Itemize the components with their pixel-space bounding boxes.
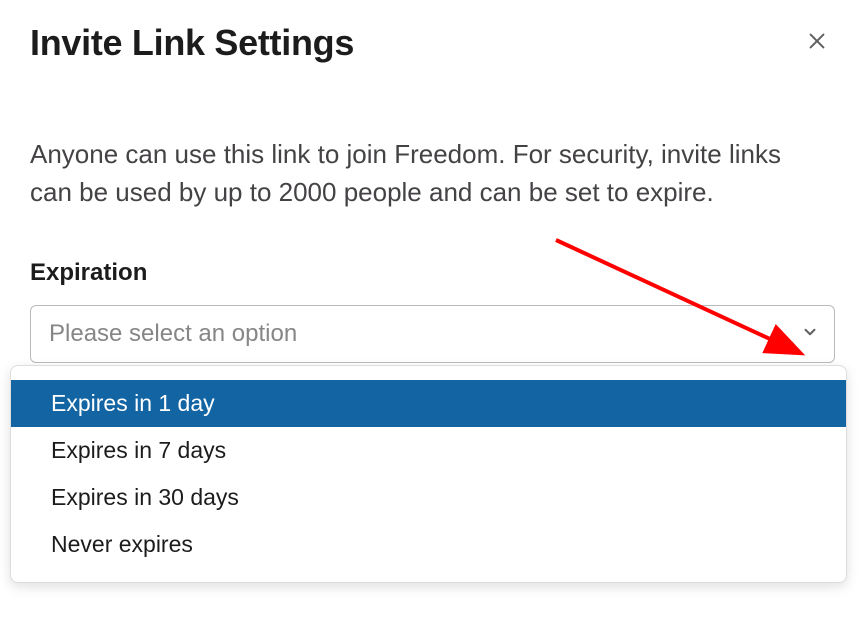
dropdown-option-never[interactable]: Never expires: [11, 521, 846, 568]
dropdown-option-1-day[interactable]: Expires in 1 day: [11, 380, 846, 427]
expiration-dropdown: Expires in 1 day Expires in 7 days Expir…: [10, 365, 847, 583]
dialog-title: Invite Link Settings: [30, 22, 354, 64]
dropdown-option-30-days[interactable]: Expires in 30 days: [11, 474, 846, 521]
chevron-down-icon: [801, 320, 819, 348]
dialog-description: Anyone can use this link to join Freedom…: [30, 136, 830, 211]
close-icon: [806, 30, 828, 57]
close-button[interactable]: [799, 25, 835, 61]
expiration-select[interactable]: Please select an option: [30, 305, 835, 363]
expiration-placeholder: Please select an option: [49, 320, 297, 348]
expiration-label: Expiration: [30, 259, 835, 287]
dropdown-option-7-days[interactable]: Expires in 7 days: [11, 427, 846, 474]
expiration-select-wrapper: Please select an option Expires in 1 day…: [30, 305, 835, 363]
dialog-header: Invite Link Settings: [30, 22, 835, 64]
